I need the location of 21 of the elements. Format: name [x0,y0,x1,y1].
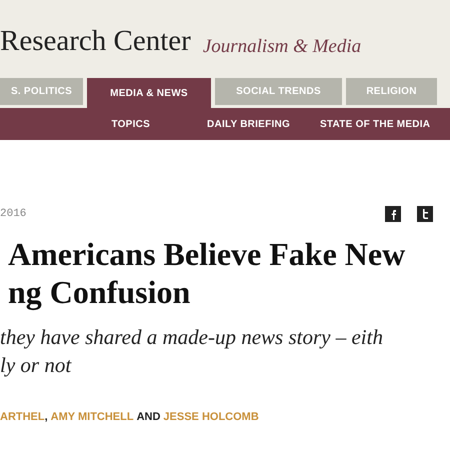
byline-text: AND [136,410,160,424]
author-link[interactable]: JESSE HOLCOMB [163,408,259,425]
author-link[interactable]: ARTHEL [0,408,45,425]
article-headline: Americans Believe Fake New [7,234,406,272]
subnav-link[interactable]: STATE OF THE MEDIA [320,116,450,132]
subnav-link[interactable]: DAILY BRIEFING [180,116,320,132]
article-subtitle: they have shared a made-up news story – eith [0,324,384,350]
article-headline: ng Confusion [7,272,192,310]
article-date: 2016 [0,207,26,222]
byline-text: , [44,410,48,424]
twitter-icon[interactable] [417,206,433,222]
nav-tab[interactable]: MEDIA & NEWS [87,78,211,108]
nav-tab[interactable]: S. POLITICS [0,78,83,105]
nav-tab[interactable]: RELIGION [346,78,437,105]
site-name: Research Center [0,27,191,56]
facebook-icon[interactable] [385,206,401,222]
section-name: Journalism & Media [202,37,362,56]
author-link[interactable]: AMY MITCHELL [50,408,134,425]
article-subtitle: ly or not [0,352,72,378]
subnav-link[interactable]: TOPICS [0,116,180,132]
nav-tab[interactable]: SOCIAL TRENDS [215,78,342,105]
